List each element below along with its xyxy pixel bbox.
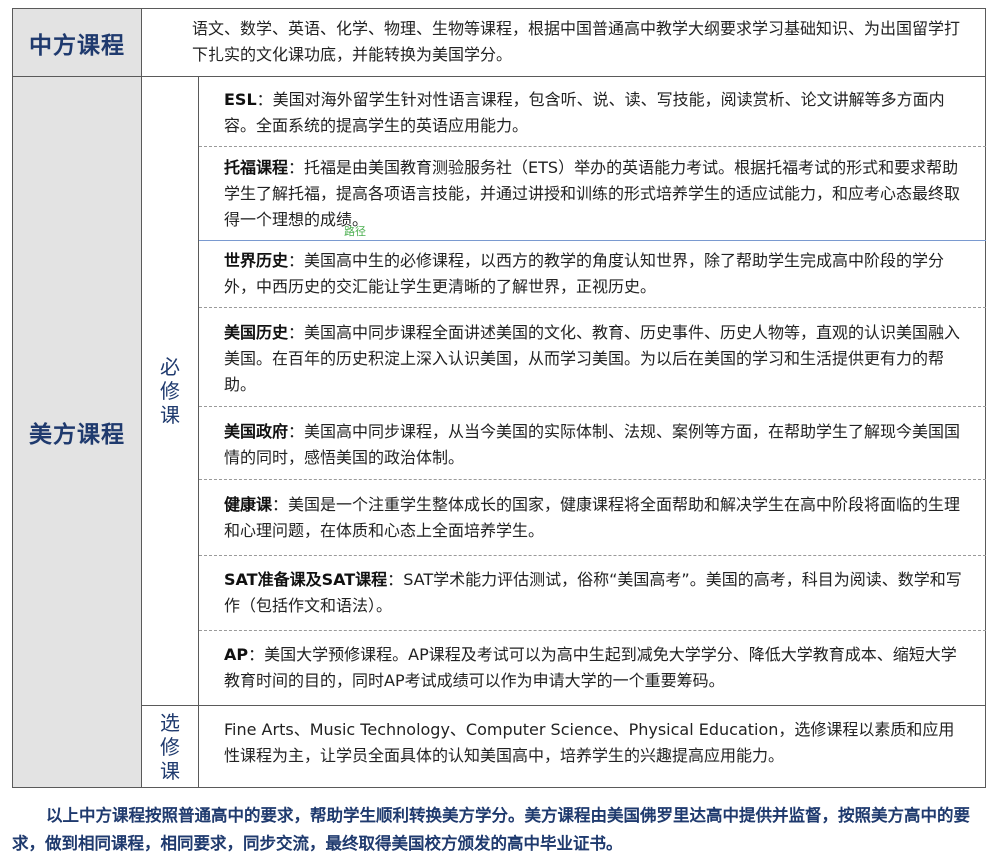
required-char-1: 必 — [160, 355, 180, 379]
footer-note: 以上中方课程按照普通高中的要求，帮助学生顺利转换美方学分。美方课程由美国佛罗里达… — [12, 806, 970, 853]
course-item-title: 美国历史 — [224, 323, 289, 342]
elective-char-2: 修 — [160, 734, 180, 759]
course-item-ap: AP：美国大学预修课程。AP课程及考试可以为高中生起到减免大学学分、降低大学教育… — [224, 642, 968, 694]
item-divider — [199, 479, 986, 480]
course-item-text: 美国高中生的必修课程，以西方的教学的角度认知世界，除了帮助学生完成高中阶段的学分… — [224, 251, 945, 296]
course-item-title: 世界历史 — [224, 251, 289, 270]
required-elective-divider — [141, 705, 986, 706]
item-divider-highlight — [199, 240, 986, 241]
course-item-sep: ： — [256, 90, 273, 109]
course-item-title: 美国政府 — [224, 422, 289, 441]
course-item-us-government: 美国政府：美国高中同步课程，从当今美国的实际体制、法规、案例等方面，在帮助学生了… — [224, 419, 968, 471]
course-item-text: 托福是由美国教育测验服务社（ETS）举办的英语能力考试。根据托福考试的形式和要求… — [224, 158, 961, 229]
course-item-title: ESL — [224, 90, 257, 109]
chinese-course-description: 语文、数学、英语、化学、物理、生物等课程，根据中国普通高中教学大纲要求学习基础知… — [192, 19, 961, 64]
course-item-sep: ： — [387, 570, 404, 589]
chinese-course-header: 中方课程 — [13, 9, 141, 76]
course-item-text: 美国对海外留学生针对性语言课程，包含听、说、读、写技能，阅读赏析、论文讲解等多方… — [224, 90, 945, 135]
item-divider — [199, 307, 986, 308]
item-divider — [199, 555, 986, 556]
elective-char-1: 选 — [160, 710, 180, 735]
course-item-world-history: 世界历史：美国高中生的必修课程，以西方的教学的角度认知世界，除了帮助学生完成高中… — [224, 248, 968, 300]
elective-description: Fine Arts、Music Technology、Computer Scie… — [224, 720, 955, 765]
item-divider — [199, 146, 986, 147]
required-char-3: 课 — [160, 403, 180, 427]
course-item-title: 健康课 — [224, 495, 273, 514]
course-item-title: 托福课程 — [224, 158, 289, 177]
elective-char-3: 课 — [160, 758, 180, 783]
label-column-divider — [198, 77, 199, 787]
course-item-text: 美国高中同步课程全面讲述美国的文化、教育、历史事件、历史人物等，直观的认识美国融… — [224, 323, 961, 394]
course-item-sep: ： — [288, 323, 305, 342]
course-item-sat: SAT准备课及SAT课程：SAT学术能力评估测试，俗称“美国高考”。美国的高考，… — [224, 567, 968, 619]
american-course-header: 美方课程 — [13, 77, 141, 787]
course-item-sep: ： — [288, 422, 305, 441]
elective-courses-label: 选 修 课 — [142, 706, 198, 787]
course-item-toefl: 托福课程：托福是由美国教育测验服务社（ETS）举办的英语能力考试。根据托福考试的… — [224, 155, 968, 233]
course-item-sep: ： — [288, 158, 305, 177]
item-divider — [199, 630, 986, 631]
course-item-text: 美国是一个注重学生整体成长的国家，健康课程将全面帮助和解决学生在高中阶段将面临的… — [224, 495, 961, 540]
chinese-course-header-label: 中方课程 — [29, 32, 125, 59]
path-stamp: 路径 — [344, 225, 366, 238]
course-item-text: 美国高中同步课程，从当今美国的实际体制、法规、案例等方面，在帮助学生了解现今美国… — [224, 422, 961, 467]
course-item-sep: ： — [288, 251, 305, 270]
item-divider — [199, 406, 986, 407]
course-item-health: 健康课：美国是一个注重学生整体成长的国家，健康课程将全面帮助和解决学生在高中阶段… — [224, 492, 968, 544]
course-item-us-history: 美国历史：美国高中同步课程全面讲述美国的文化、教育、历史事件、历史人物等，直观的… — [224, 320, 968, 398]
required-char-2: 修 — [160, 379, 180, 403]
course-item-esl: ESL：美国对海外留学生针对性语言课程，包含听、说、读、写技能，阅读赏析、论文讲… — [224, 87, 968, 139]
course-item-title: SAT准备课及SAT课程 — [224, 570, 388, 589]
required-courses-label: 必 修 课 — [142, 77, 198, 705]
course-item-sep: ： — [248, 645, 265, 664]
american-course-header-label: 美方课程 — [29, 422, 125, 448]
course-item-title: AP — [224, 645, 249, 664]
course-item-sep: ： — [272, 495, 289, 514]
course-item-text: 美国大学预修课程。AP课程及考试可以为高中生起到减免大学学分、降低大学教育成本、… — [224, 645, 957, 690]
